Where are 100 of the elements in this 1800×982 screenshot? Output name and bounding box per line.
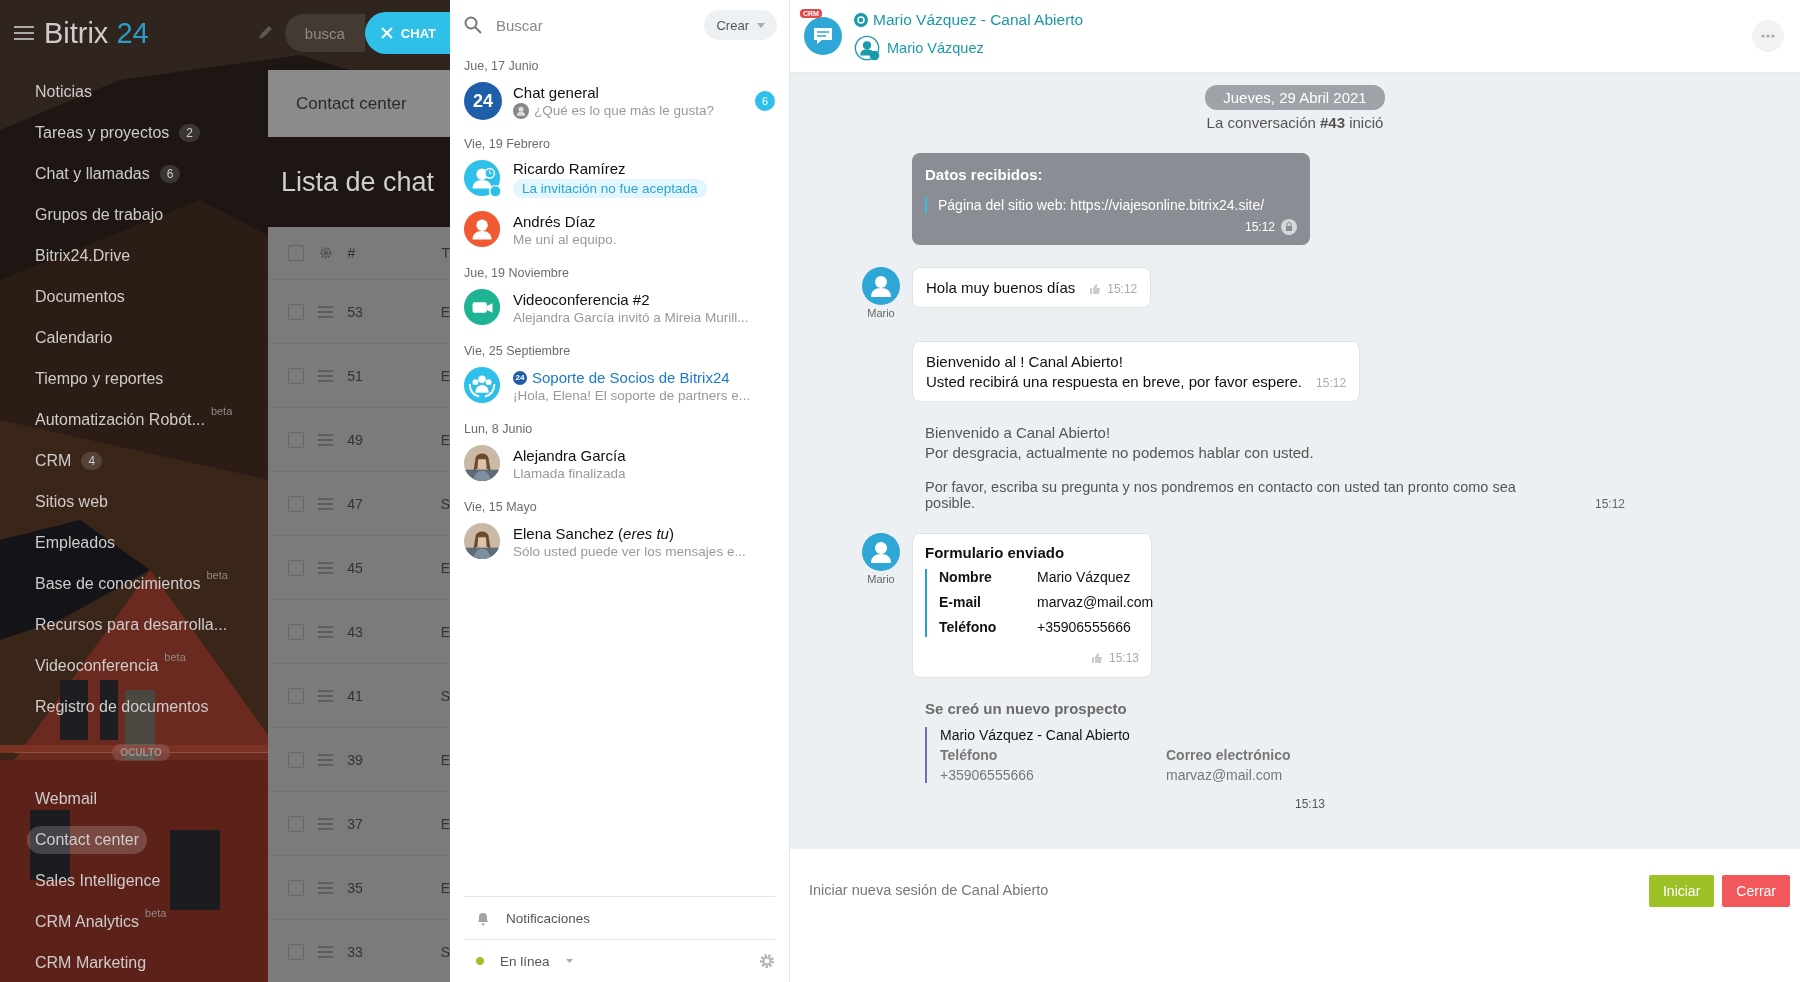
date-header: Jue, 19 Noviembre (463, 265, 570, 282)
menu-item[interactable]: Tareas y proyectos (29, 119, 176, 146)
message-time: 15:12 (1107, 282, 1138, 296)
chat-name[interactable]: Alejandra García (513, 447, 775, 464)
counter-badge: 6 (159, 164, 181, 183)
table-cell-text: 37 (347, 815, 364, 832)
message-time: 15:12 (1594, 497, 1625, 511)
field-label: Teléfono (940, 747, 999, 763)
chat-preview: Sólo usted puede ver los mensajes e... (513, 544, 747, 559)
menu-item[interactable]: Grupos de trabajo (29, 201, 170, 228)
message-text: Usted recibirá una respuesta en breve, por favor espere. (926, 373, 1303, 390)
logo-badge: 24 (513, 370, 527, 385)
close-icon (380, 27, 393, 39)
table-cell-text: 45 (347, 559, 364, 576)
thumbs-up-icon[interactable] (1090, 652, 1103, 664)
table-cell: S (440, 943, 450, 960)
menu-item[interactable]: Sitios web (29, 488, 114, 515)
menu-item[interactable]: Tiempo y reportes (29, 365, 170, 392)
date-header: Vie, 15 Mayo (463, 499, 538, 516)
invitation-notice: La invitación no fue aceptada (513, 179, 707, 198)
field-value: marvaz@mail.com (1037, 594, 1154, 610)
page-tab[interactable]: Contact center (268, 70, 450, 137)
menu-item[interactable]: Documentos (29, 283, 131, 310)
menu-item[interactable]: Videoconferencia (29, 652, 165, 679)
unread-counter: 6 (755, 91, 775, 111)
menu-item[interactable]: Recursos para desarrolla... (29, 611, 234, 638)
logo: Bitrix 24 (43, 16, 150, 50)
chat-name[interactable]: Ricardo Ramírez (513, 160, 775, 177)
date-pill: Jueves, 29 Abril 2021 (1205, 85, 1385, 110)
pencil-icon[interactable] (256, 25, 273, 41)
user-clock-icon (464, 160, 502, 198)
notifications-link[interactable]: Notificaciones (506, 910, 591, 926)
message-text: Página del sitio web: https://viajesonline.bitrix24.site/ (925, 197, 1297, 213)
table-cell: E (440, 303, 450, 320)
chat-name[interactable]: Soporte de Socios de Bitrix24 (532, 369, 730, 386)
chat-name[interactable]: Videoconferencia #2 (513, 291, 775, 308)
menu-item[interactable]: Calendario (29, 324, 119, 351)
message-text: Hola muy buenos días (926, 279, 1076, 296)
menu-item[interactable]: Chat y llamadas (29, 160, 156, 187)
table-cell: E (440, 559, 450, 576)
table-cell: E (440, 367, 450, 384)
settings-icon[interactable] (759, 953, 775, 969)
menu-item[interactable]: Automatización Robót... (29, 406, 211, 433)
table-cell: S (440, 495, 450, 512)
field-value: +35906555666 (940, 767, 1035, 783)
chat-name[interactable]: Andrés Díaz (513, 213, 775, 230)
status-selector[interactable]: En línea (500, 953, 550, 969)
chat-name[interactable]: Elena Sanchez (eres tu) (513, 525, 775, 542)
field-label: E-mail (939, 594, 982, 610)
conversation-started: La conversación #43 inició (1206, 114, 1384, 131)
message-text: Por desgracia, actualmente no podemos hablar con usted. (925, 444, 1315, 461)
menu-item[interactable]: Sales Intelligence (29, 867, 167, 894)
menu-item[interactable]: CRM (29, 447, 78, 474)
menu-item[interactable]: Bitrix24.Drive (29, 242, 137, 269)
message-title: Datos recibidos: (925, 166, 1044, 183)
field-label: Correo electrónico (1166, 747, 1292, 763)
menu-item[interactable]: CRM Analytics (29, 908, 146, 935)
contact-name[interactable]: Mario Vázquez (887, 40, 984, 56)
video-camera-icon (464, 289, 502, 327)
menu-icon[interactable] (14, 25, 34, 41)
thumbs-up-icon[interactable] (1089, 283, 1102, 295)
form-title: Formulario enviado (925, 544, 1066, 561)
date-header: Vie, 25 Septiembre (463, 343, 572, 360)
menu-item[interactable]: CRM Marketing (29, 949, 153, 976)
menu-item[interactable]: Registro de documentos (29, 693, 215, 720)
table-cell: E (440, 815, 450, 832)
message-text: Bienvenido a Canal Abierto! (925, 424, 1112, 441)
page-title: Lista de chat (280, 165, 436, 199)
chat-preview: Alejandra García invitó a Mireia Murill... (513, 310, 750, 325)
lead-name[interactable]: Mario Vázquez - Canal Abierto (940, 727, 1325, 743)
beta-tag: beta (145, 907, 167, 919)
chat-preview: ¡Hola, Elena! El soporte de partners e... (513, 388, 752, 403)
user-avatar-icon (513, 102, 529, 119)
field-value: Mario Vázquez (1037, 569, 1132, 585)
gear-icon[interactable] (317, 246, 334, 260)
field-label: Nombre (939, 569, 993, 585)
create-button[interactable]: Crear (704, 10, 777, 40)
menu-item[interactable]: Noticias (29, 78, 98, 105)
footer-text: Iniciar nueva sesión de Canal Abierto (809, 881, 1050, 898)
message-text: Por favor, escriba su pregunta y nos pondremos en contacto con usted tan pronto como sea posible. (925, 479, 1516, 511)
menu-item[interactable]: Empleados (29, 529, 122, 556)
table-cell: E (440, 431, 450, 448)
table-cell-text: 43 (347, 623, 364, 640)
message-text: Bienvenido al ! Canal Abierto! (926, 353, 1124, 370)
caret-icon (757, 22, 765, 28)
chat-name[interactable]: Chat general (513, 83, 744, 101)
table-cell: E (440, 751, 450, 768)
table-cell-text: 35 (347, 879, 364, 896)
lead-title: Se creó un nuevo prospecto (925, 700, 1128, 717)
chat-avatar: 24 (464, 82, 502, 120)
menu-item[interactable]: Contact center (27, 825, 148, 854)
author-name: Mario (867, 307, 895, 319)
date-header: Vie, 19 Febrero (463, 136, 551, 153)
search-icon (464, 16, 482, 34)
menu-item[interactable]: Base de conocimientos (29, 570, 207, 597)
user-avatar-icon (862, 533, 900, 571)
menu-item[interactable]: Webmail (29, 785, 103, 812)
date-header: Lun, 8 Junio (463, 421, 534, 438)
table-cell: E (440, 879, 450, 896)
more-button[interactable] (1752, 20, 1784, 52)
